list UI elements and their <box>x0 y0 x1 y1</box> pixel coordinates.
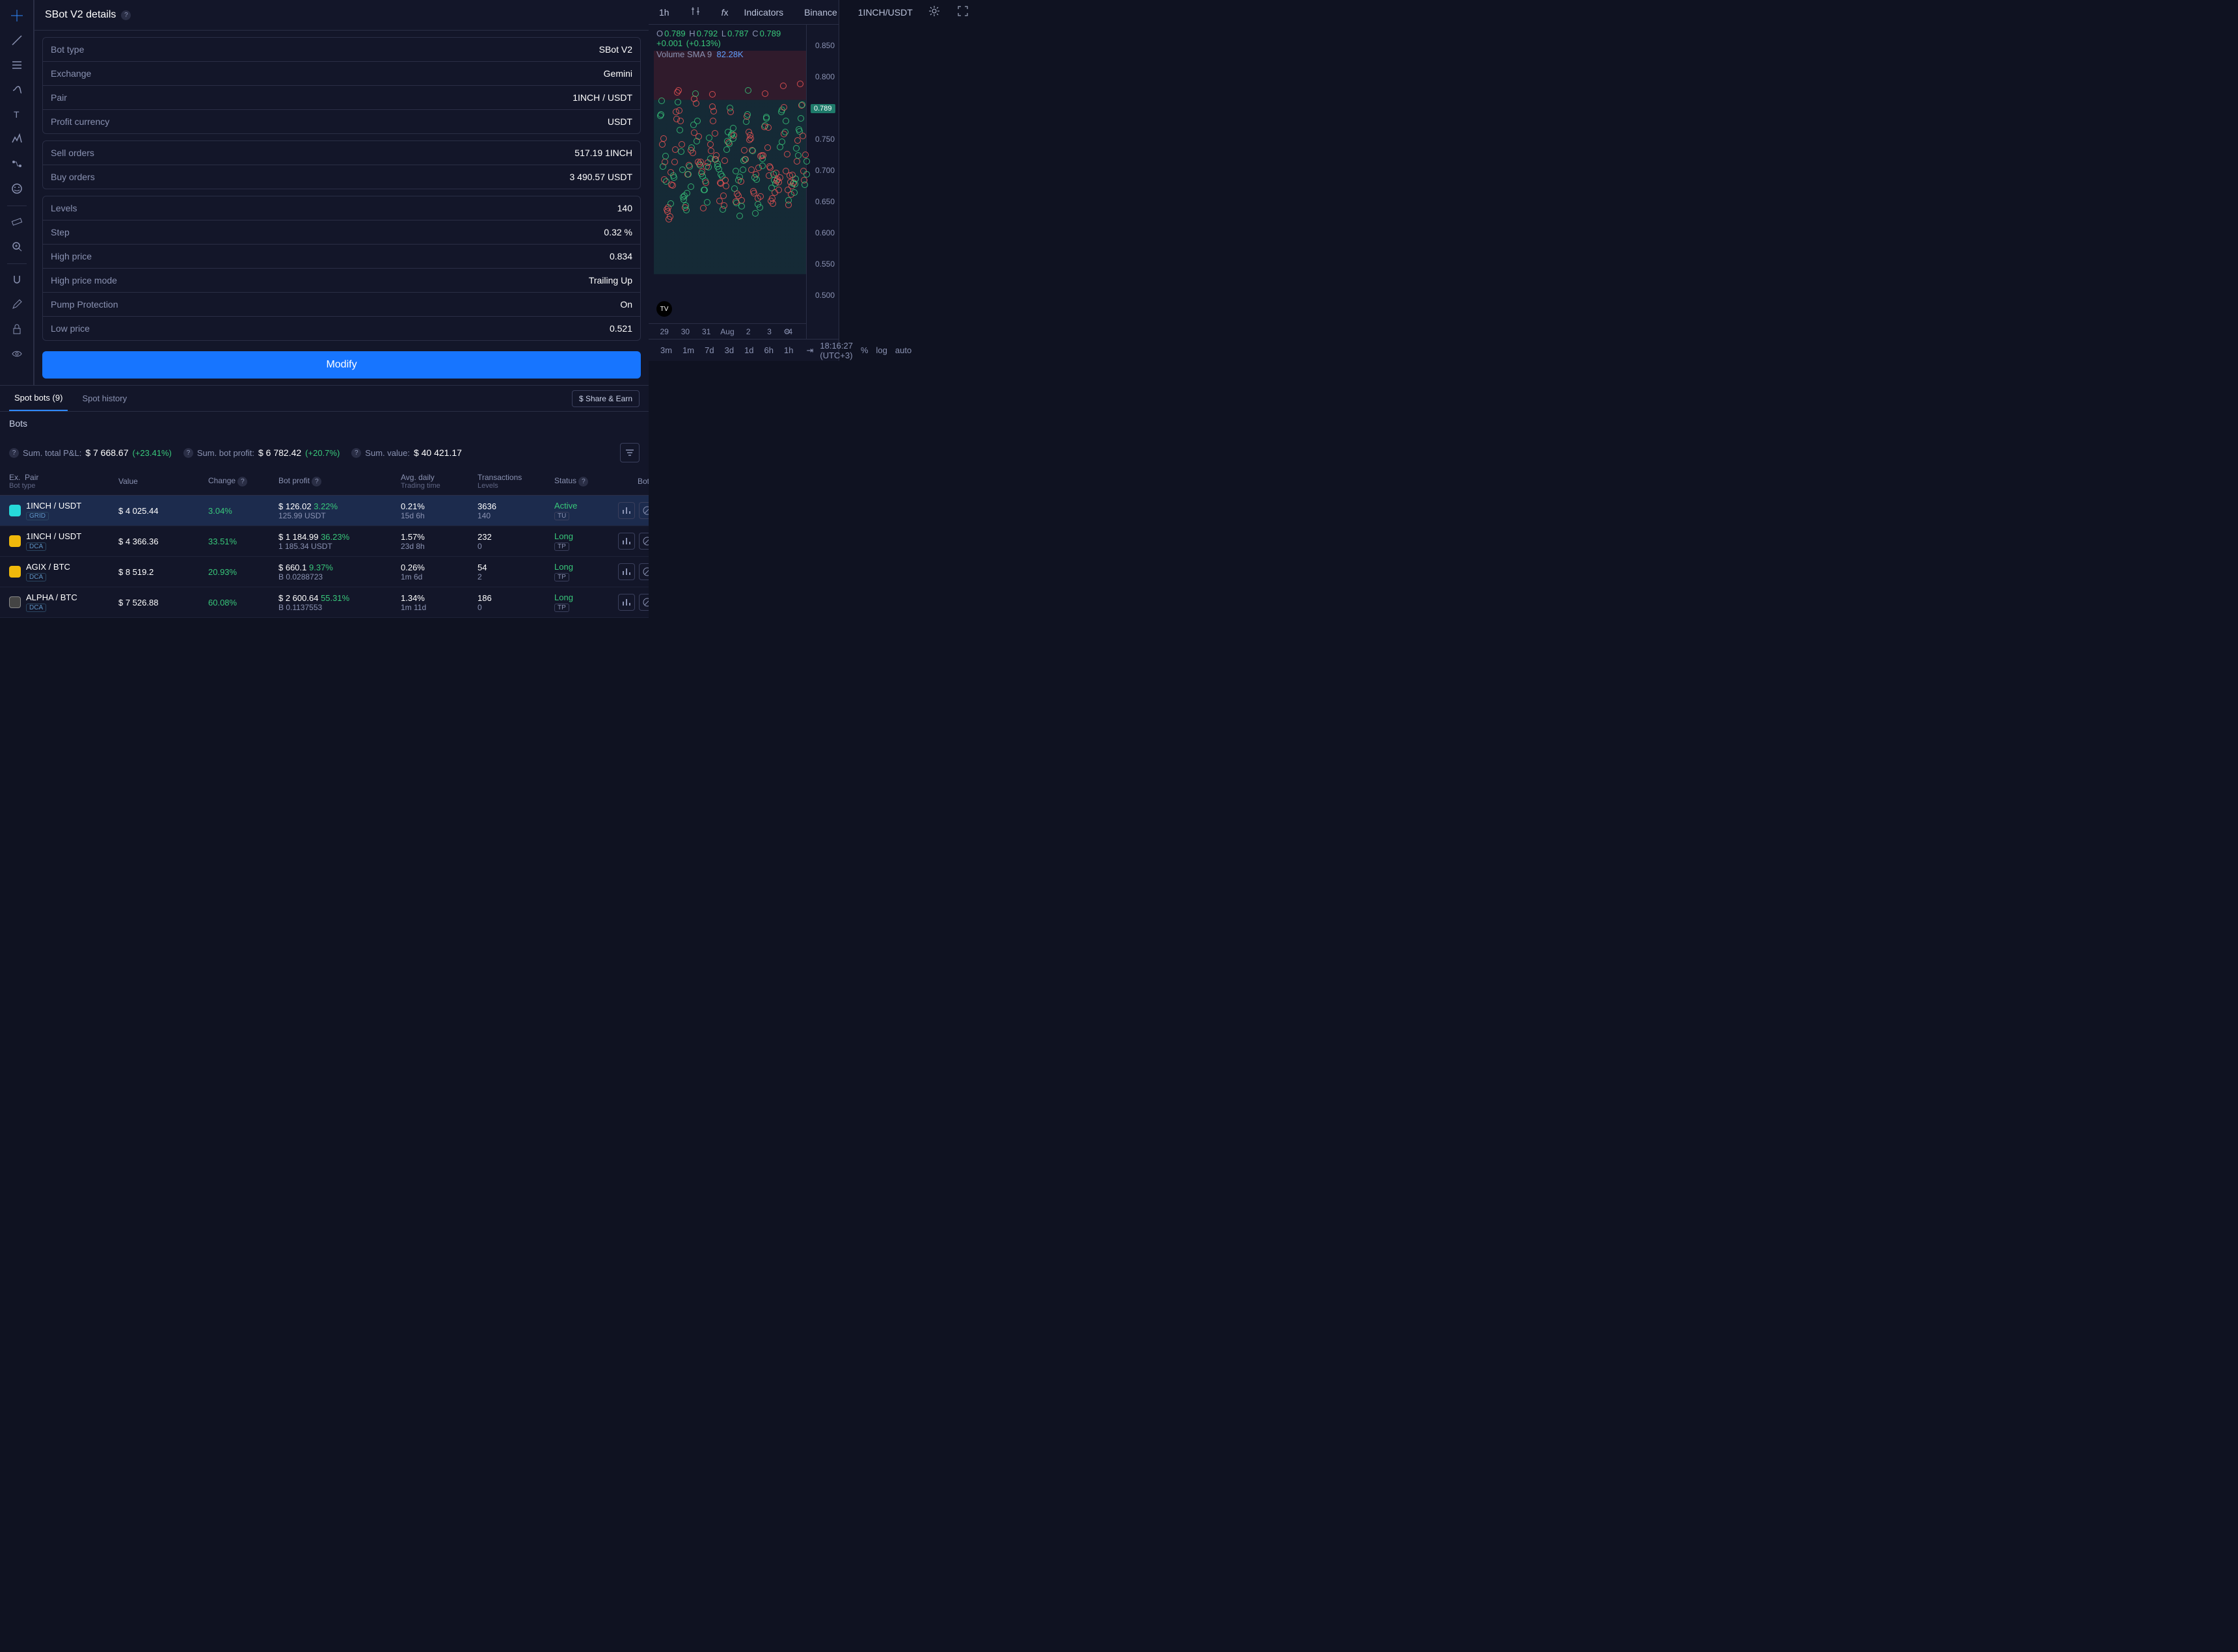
indicators-button[interactable]: Indicators <box>738 7 789 18</box>
exchange-icon <box>9 505 21 516</box>
tf-1h[interactable]: 1h <box>780 345 797 355</box>
table-row[interactable]: ALPHA / BTCDCA$ 7 526.8860.08%$ 2 600.64… <box>0 587 649 618</box>
stop-icon[interactable] <box>639 594 649 611</box>
right-panel: SBot V2 details ? Bot typeSBot V2Exchang… <box>34 0 649 385</box>
chart-canvas[interactable] <box>654 51 806 323</box>
table-row[interactable]: 1INCH / USDTGRID$ 4 025.443.04%$ 126.02 … <box>0 496 649 526</box>
bots-panel: Spot bots (9) Spot history $ Share & Ear… <box>0 385 649 618</box>
table-row[interactable]: 1INCH / USDTDCA$ 4 366.3633.51%$ 1 184.9… <box>0 526 649 557</box>
detail-row: Sell orders517.19 1INCH <box>43 141 640 165</box>
detail-row: High price0.834 <box>43 245 640 269</box>
symbol-label[interactable]: 1INCH/USDT <box>853 7 918 18</box>
filter-icon[interactable] <box>620 443 640 462</box>
stop-icon[interactable] <box>639 563 649 580</box>
detail-row: High price modeTrailing Up <box>43 269 640 293</box>
exchange-icon <box>9 566 21 578</box>
tf-3d[interactable]: 3d <box>721 345 738 355</box>
modify-button[interactable]: Modify <box>42 351 641 379</box>
help-icon[interactable]: ? <box>183 448 193 458</box>
help-icon[interactable]: ? <box>351 448 361 458</box>
detail-row: Pair1INCH / USDT <box>43 86 640 110</box>
detail-row: Low price0.521 <box>43 317 640 340</box>
chart-area: 1h fx Indicators Binance 1INCH/USDT O0.7… <box>649 0 839 361</box>
stop-icon[interactable] <box>639 502 649 519</box>
interval-select[interactable]: 1h <box>654 7 675 18</box>
clock: 18:16:27 (UTC+3) <box>820 341 853 360</box>
table-header: Ex. PairBot type Value Change ? Bot prof… <box>0 468 649 496</box>
detail-row: Step0.32 % <box>43 220 640 245</box>
y-axis[interactable]: 0.850 0.800 0.789 0.750 0.700 0.650 0.60… <box>806 25 839 339</box>
forecast-icon[interactable] <box>5 152 29 176</box>
detail-row: Bot typeSBot V2 <box>43 38 640 62</box>
detail-row: Buy orders3 490.57 USDT <box>43 165 640 189</box>
drawing-tools-rail: T <box>0 0 34 385</box>
text-tool-icon[interactable]: T <box>5 103 29 126</box>
pattern-icon[interactable] <box>5 127 29 151</box>
emoji-icon[interactable] <box>5 177 29 200</box>
bots-heading: Bots <box>9 418 640 429</box>
gear-icon[interactable] <box>923 5 945 19</box>
chart-plot[interactable]: O0.789 H0.792 L0.787 C0.789 +0.001 (+0.1… <box>649 25 806 339</box>
tab-spot-history[interactable]: Spot history <box>77 386 132 411</box>
detail-row: Levels140 <box>43 196 640 220</box>
svg-text:T: T <box>14 109 20 120</box>
stop-icon[interactable] <box>639 533 649 550</box>
exchange-icon <box>9 535 21 547</box>
magnet-icon[interactable] <box>5 268 29 291</box>
chart-icon[interactable] <box>618 502 635 519</box>
chart-body[interactable]: O0.789 H0.792 L0.787 C0.789 +0.001 (+0.1… <box>649 25 839 339</box>
chart-icon[interactable] <box>618 563 635 580</box>
axis-gear-icon[interactable]: ⚙ <box>783 327 790 336</box>
ruler-icon[interactable] <box>5 210 29 233</box>
price-badge: 0.789 <box>811 104 835 113</box>
chart-icon[interactable] <box>618 533 635 550</box>
details-header: SBot V2 details ? <box>34 0 649 31</box>
tf-1d[interactable]: 1d <box>740 345 757 355</box>
tradingview-logo-icon: TV <box>656 301 672 317</box>
tf-3m[interactable]: 3m <box>656 345 676 355</box>
exchange-icon <box>9 596 21 608</box>
fx-icon[interactable]: fx <box>716 7 734 18</box>
tf-6h[interactable]: 6h <box>761 345 777 355</box>
table-row[interactable]: AGIX / BTCDCA$ 8 519.220.93%$ 660.1 9.37… <box>0 557 649 587</box>
zoom-icon[interactable] <box>5 235 29 258</box>
help-icon[interactable]: ? <box>121 10 131 20</box>
detail-row: Pump ProtectionOn <box>43 293 640 317</box>
detail-row: ExchangeGemini <box>43 62 640 86</box>
log-toggle[interactable]: log <box>876 345 887 355</box>
help-icon[interactable]: ? <box>9 448 19 458</box>
chart-footer: 3m 1m 7d 3d 1d 6h 1h ⇥ 18:16:27 (UTC+3) … <box>649 339 839 361</box>
lock-icon[interactable] <box>5 317 29 341</box>
chart-icon[interactable] <box>618 594 635 611</box>
chart-toolbar: 1h fx Indicators Binance 1INCH/USDT <box>649 0 839 25</box>
fib-icon[interactable] <box>5 53 29 77</box>
exchange-label[interactable]: Binance <box>799 7 843 18</box>
x-axis: 29 30 31 Aug 2 3 4 ⚙ <box>649 323 806 339</box>
chart-legend: O0.789 H0.792 L0.787 C0.789 +0.001 (+0.1… <box>656 29 806 59</box>
trendline-icon[interactable] <box>5 29 29 52</box>
tf-7d[interactable]: 7d <box>701 345 718 355</box>
share-earn-button[interactable]: $ Share & Earn <box>572 390 640 407</box>
candle-style-icon[interactable] <box>685 6 706 18</box>
fullscreen-icon[interactable] <box>952 5 974 19</box>
volume-bars <box>649 291 806 323</box>
detail-row: Profit currencyUSDT <box>43 110 640 133</box>
auto-toggle[interactable]: auto <box>895 345 911 355</box>
tab-spot-bots[interactable]: Spot bots (9) <box>9 386 68 411</box>
edit-icon[interactable] <box>5 293 29 316</box>
pct-toggle[interactable]: % <box>861 345 869 355</box>
tf-1m[interactable]: 1m <box>679 345 698 355</box>
eye-icon[interactable] <box>5 342 29 366</box>
pitchfork-icon[interactable] <box>5 78 29 101</box>
goto-date-icon[interactable]: ⇥ <box>802 345 817 356</box>
crosshair-icon[interactable] <box>5 4 29 27</box>
